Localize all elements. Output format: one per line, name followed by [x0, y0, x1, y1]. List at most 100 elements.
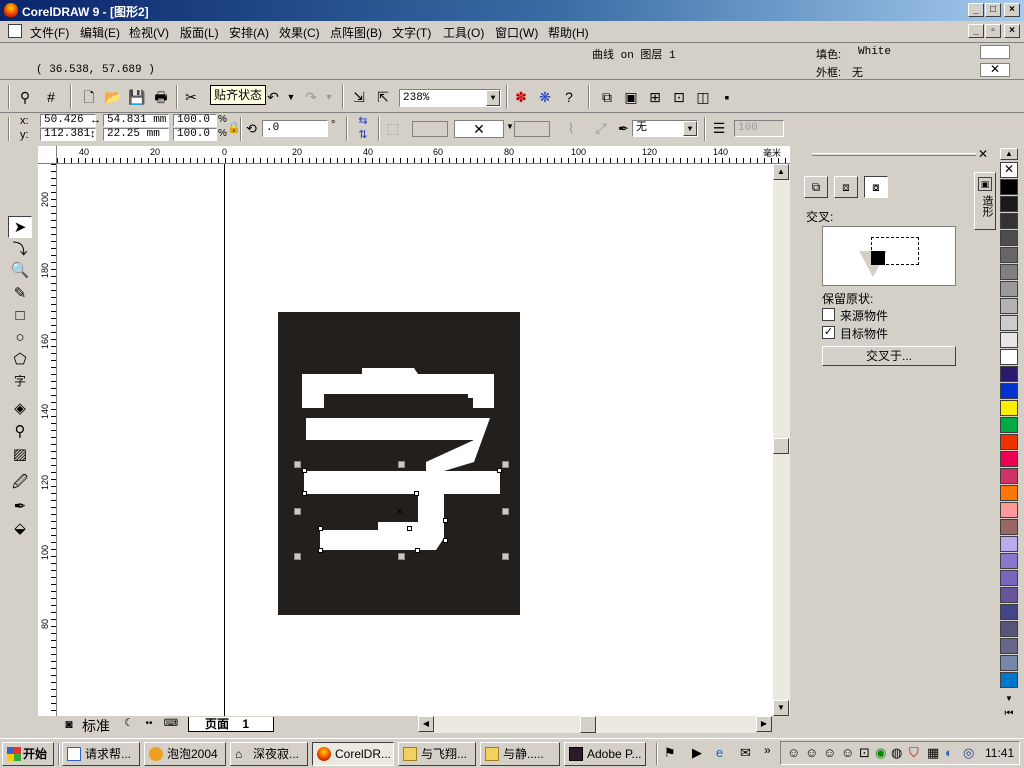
page-tab[interactable]: 页面 1	[188, 717, 274, 732]
curve-node[interactable]	[497, 468, 502, 473]
new-file-icon[interactable]: 🗋	[78, 86, 100, 108]
color-swatch[interactable]	[1000, 672, 1018, 688]
lock-ratio-icon[interactable]: 🔒	[227, 121, 241, 134]
selection-handle[interactable]	[294, 553, 301, 560]
menu-view[interactable]: 检视(V)	[129, 24, 169, 41]
color-swatch[interactable]	[1000, 179, 1018, 195]
ellipse-tool-icon[interactable]: ○	[8, 327, 32, 349]
tray-app-icon[interactable]: ◎	[963, 745, 974, 761]
doc-close-button[interactable]: ×	[1004, 24, 1020, 38]
task-late-night[interactable]: ⌂ 深夜寂...	[230, 742, 308, 766]
rectangle-tool-icon[interactable]: □	[8, 305, 32, 327]
target-object-checkbox[interactable]: ✓	[822, 326, 835, 339]
network-icon[interactable]: ⊡	[859, 745, 870, 761]
curve-node[interactable]	[443, 518, 448, 523]
ruler-origin[interactable]	[38, 146, 57, 164]
color-swatch[interactable]	[1000, 434, 1018, 450]
status-icon[interactable]: ◉	[875, 745, 886, 761]
qq-icon[interactable]: ☺	[787, 745, 800, 760]
ungroup-icon[interactable]: ⊡	[668, 86, 690, 108]
color-swatch[interactable]	[1000, 400, 1018, 416]
curve-node[interactable]	[414, 491, 419, 496]
menu-text[interactable]: 文字(T)	[392, 24, 431, 41]
scroll-down-icon[interactable]: ▼	[773, 700, 789, 716]
color-swatch[interactable]	[1000, 502, 1018, 518]
palette-scroll-down-icon[interactable]: ▼	[1000, 694, 1018, 706]
document-icon[interactable]	[8, 24, 22, 38]
color-swatch[interactable]	[1000, 604, 1018, 620]
properties-icon[interactable]: ☰	[708, 117, 730, 139]
source-object-checkbox[interactable]	[822, 308, 835, 321]
selection-handle[interactable]	[398, 553, 405, 560]
color-swatch[interactable]	[1000, 519, 1018, 535]
quicklaunch-icon[interactable]: ⚑	[664, 745, 676, 761]
transparency-tool-icon[interactable]: ⚲	[8, 421, 32, 443]
import-icon[interactable]: ⇲	[348, 86, 370, 108]
globe-icon[interactable]: ◐	[945, 745, 953, 760]
y-position-input[interactable]: 112.381	[40, 128, 96, 141]
selection-handle[interactable]	[502, 461, 509, 468]
zoom-tool-icon[interactable]: 🔍	[8, 260, 32, 282]
convert-to-curves-icon[interactable]: ⌇	[560, 117, 582, 139]
color-swatch[interactable]	[1000, 451, 1018, 467]
palette-expand-icon[interactable]: ⏮	[1000, 708, 1018, 722]
color-swatch[interactable]	[1000, 366, 1018, 382]
break-apart-icon[interactable]: ⤢	[590, 117, 612, 139]
menu-layout[interactable]: 版面(L)	[180, 24, 219, 41]
weld-icon[interactable]: ⧉	[804, 176, 828, 198]
freehand-tool-icon[interactable]: ✎	[8, 283, 32, 305]
intersect-with-button[interactable]: 交叉于...	[822, 346, 956, 366]
menu-bitmaps[interactable]: 点阵图(B)	[330, 24, 382, 41]
grid-icon[interactable]: #	[40, 86, 62, 108]
cut-icon[interactable]: ✂	[180, 86, 202, 108]
outlook-icon[interactable]: ✉	[740, 745, 751, 761]
color-swatch[interactable]	[1000, 247, 1018, 263]
media-player-icon[interactable]: ▶	[692, 745, 702, 761]
zoom-dropdown-icon[interactable]: ▼	[486, 90, 500, 106]
view-mode-label[interactable]: 标准	[82, 716, 110, 736]
horizontal-scroll-thumb[interactable]	[580, 716, 596, 733]
color-swatch[interactable]	[1000, 196, 1018, 212]
pick-tool-icon[interactable]: ➤	[8, 216, 32, 238]
scale-x-input[interactable]: 100.0	[173, 114, 217, 127]
curve-node[interactable]	[302, 468, 307, 473]
x-position-input[interactable]: 50.426	[40, 114, 96, 127]
height-input[interactable]: 22.25 mm	[103, 128, 169, 141]
quicklaunch-more-icon[interactable]: »	[764, 743, 771, 757]
palette-scroll-up-icon[interactable]: ▲	[1000, 148, 1018, 160]
volume-icon[interactable]: ◍	[891, 745, 902, 761]
color-swatch[interactable]	[1000, 553, 1018, 569]
text-tool-icon[interactable]: 字	[8, 370, 32, 392]
shadow-tool-icon[interactable]: ▨	[8, 444, 32, 466]
task-paopao[interactable]: 泡泡2004	[144, 742, 226, 766]
color-swatch[interactable]	[1000, 570, 1018, 586]
color-swatch[interactable]	[1000, 485, 1018, 501]
color-swatch[interactable]	[1000, 621, 1018, 637]
curve-node[interactable]	[415, 548, 420, 553]
menu-file[interactable]: 文件(F)	[30, 24, 69, 41]
minimize-button[interactable]: _	[968, 3, 984, 17]
wrap-text-icon[interactable]: ⬚	[382, 117, 404, 139]
scale-y-input[interactable]: 100.0	[173, 128, 217, 141]
curve-node[interactable]	[302, 491, 307, 496]
fill-swatch[interactable]	[980, 45, 1010, 59]
print-icon[interactable]: 🖶	[150, 86, 172, 108]
color-swatch[interactable]	[1000, 417, 1018, 433]
moon-icon[interactable]: ☾	[122, 717, 136, 731]
color-swatch[interactable]	[1000, 315, 1018, 331]
menu-arrange[interactable]: 安排(A)	[229, 24, 269, 41]
monitor-icon[interactable]: ▦	[927, 745, 939, 761]
color-swatch[interactable]	[1000, 536, 1018, 552]
scroll-left-icon[interactable]: ◀	[418, 716, 434, 732]
task-with-flight[interactable]: 与飞翔...	[398, 742, 476, 766]
color-swatch[interactable]	[1000, 655, 1018, 671]
snap-to-grid-icon[interactable]: ⚲	[14, 86, 36, 108]
intersect-icon[interactable]: ⧇	[864, 176, 888, 198]
selection-handle[interactable]	[502, 553, 509, 560]
task-adobe[interactable]: Adobe P...	[564, 742, 646, 766]
ie-icon[interactable]: e	[716, 745, 723, 760]
outline-width-dropdown-icon[interactable]: ▼	[683, 121, 697, 136]
open-file-icon[interactable]: 📂	[102, 86, 124, 108]
menu-edit[interactable]: 编辑(E)	[80, 24, 120, 41]
export-icon[interactable]: ⇱	[372, 86, 394, 108]
